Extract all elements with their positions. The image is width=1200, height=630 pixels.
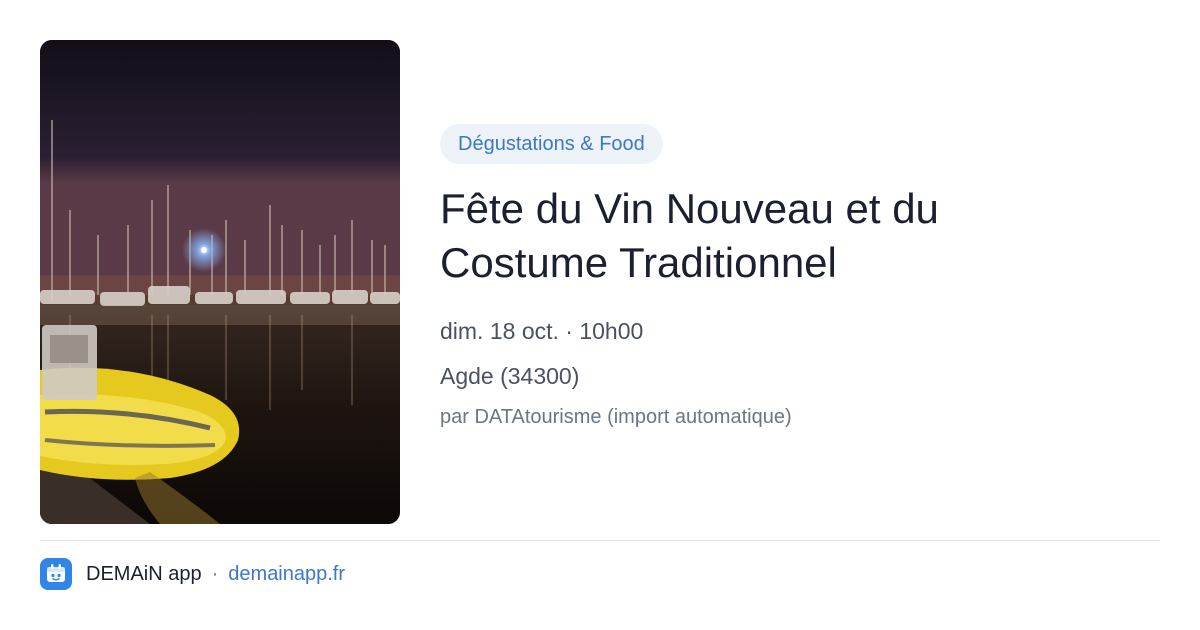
event-source: par DATAtourisme (import automatique) <box>440 406 792 428</box>
event-image <box>40 40 400 524</box>
app-name: DEMAiN app <box>86 562 202 585</box>
demain-app-logo-icon[interactable] <box>40 558 72 590</box>
event-title[interactable]: Fête du Vin Nouveau et du Costume Tradit… <box>440 182 1040 290</box>
event-details: Dégustations & Food Fête du Vin Nouveau … <box>440 124 1160 431</box>
app-website-link[interactable]: demainapp.fr <box>228 563 345 586</box>
event-location: Agde (34300) <box>440 363 580 389</box>
category-badge[interactable]: Dégustations & Food <box>440 124 663 164</box>
footer: DEMAiN app · demainapp.fr <box>40 558 345 590</box>
footer-separator: · <box>211 562 219 585</box>
footer-divider <box>40 540 1160 541</box>
event-datetime: dim. 18 oct. · 10h00 <box>440 318 644 344</box>
